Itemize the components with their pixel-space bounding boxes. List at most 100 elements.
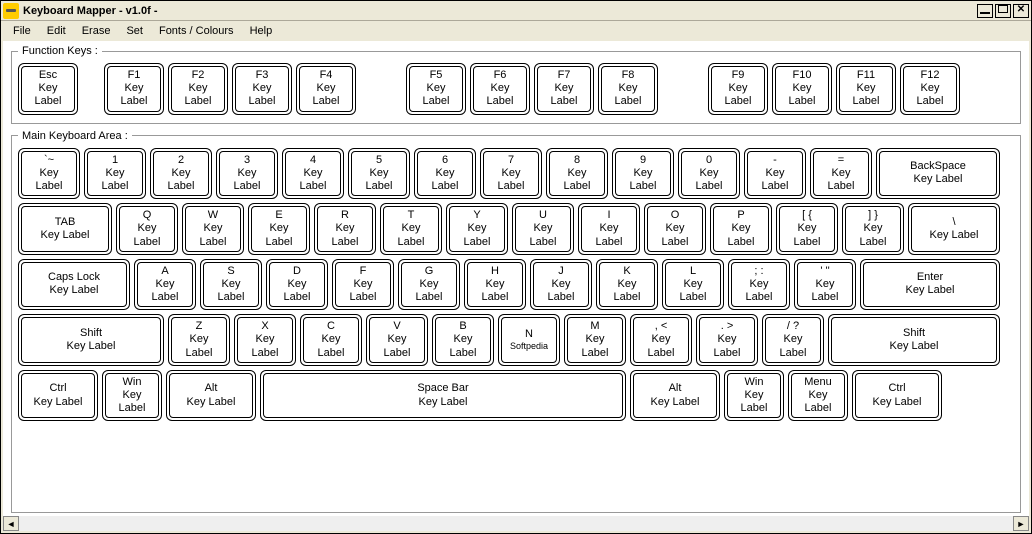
key-r4-1[interactable]: XKeyLabel	[234, 314, 296, 366]
key-r1-9[interactable]: 9KeyLabel	[612, 148, 674, 200]
key-label-line2: Label	[266, 236, 293, 249]
key-r2-7[interactable]: IKeyLabel	[578, 203, 640, 255]
key-f11[interactable]: F11KeyLabel	[836, 63, 896, 115]
key-label-line1: Key	[189, 82, 208, 95]
key-r1-1[interactable]: 1KeyLabel	[84, 148, 146, 200]
menu-help[interactable]: Help	[244, 24, 279, 38]
key-r2-4[interactable]: TKeyLabel	[380, 203, 442, 255]
menu-set[interactable]: Set	[120, 24, 149, 38]
key-cap: Esc	[39, 69, 57, 82]
key-cap: 6	[442, 154, 448, 167]
key-r3-0[interactable]: AKeyLabel	[134, 259, 196, 311]
key-label-line2: Label	[186, 347, 213, 360]
key-f4[interactable]: F4KeyLabel	[296, 63, 356, 115]
key-r2-8[interactable]: OKeyLabel	[644, 203, 706, 255]
key-r4-0[interactable]: ZKeyLabel	[168, 314, 230, 366]
key-r1-2[interactable]: 2KeyLabel	[150, 148, 212, 200]
key-r2-3[interactable]: RKeyLabel	[314, 203, 376, 255]
key-f9[interactable]: F9KeyLabel	[708, 63, 768, 115]
key-r4-2[interactable]: CKeyLabel	[300, 314, 362, 366]
key-rwin[interactable]: WinKeyLabel	[724, 370, 784, 422]
menu-fonts-colours[interactable]: Fonts / Colours	[153, 24, 240, 38]
key-r3-7[interactable]: KKeyLabel	[596, 259, 658, 311]
key-f2[interactable]: F2KeyLabel	[168, 63, 228, 115]
close-button[interactable]: ✕	[1013, 4, 1029, 18]
key-r1-4[interactable]: 4KeyLabel	[282, 148, 344, 200]
key-esc[interactable]: EscKeyLabel	[18, 63, 78, 115]
key-cap: G	[425, 265, 434, 278]
key-r4-3[interactable]: VKeyLabel	[366, 314, 428, 366]
key-cap: [ {	[802, 209, 812, 222]
key-r3-4[interactable]: GKeyLabel	[398, 259, 460, 311]
key-r1-7[interactable]: 7KeyLabel	[480, 148, 542, 200]
key-label-line2: Label	[741, 402, 768, 415]
key-r4-4[interactable]: BKeyLabel	[432, 314, 494, 366]
key-lwin[interactable]: WinKeyLabel	[102, 370, 162, 422]
scroll-right-button[interactable]: ►	[1013, 516, 1029, 531]
minimize-button[interactable]	[977, 4, 993, 18]
key-label-line1: Key	[666, 222, 685, 235]
key-r4-7[interactable]: , <KeyLabel	[630, 314, 692, 366]
key-cap: Z	[196, 320, 203, 333]
key-r2-0[interactable]: QKeyLabel	[116, 203, 178, 255]
key-tab[interactable]: TABKey Label	[18, 203, 112, 255]
maximize-button[interactable]	[995, 4, 1011, 18]
scroll-left-button[interactable]: ◄	[3, 516, 19, 531]
key-r4-6[interactable]: MKeyLabel	[564, 314, 626, 366]
key-f10[interactable]: F10KeyLabel	[772, 63, 832, 115]
horizontal-scrollbar[interactable]: ◄ ►	[3, 515, 1029, 531]
key-backslash[interactable]: \Key Label	[908, 203, 1000, 255]
key-r2-10[interactable]: [ {KeyLabel	[776, 203, 838, 255]
key-rctrl[interactable]: CtrlKey Label	[852, 370, 942, 422]
key-f12[interactable]: F12KeyLabel	[900, 63, 960, 115]
key-r4-5[interactable]: NSoftpedia	[498, 314, 560, 366]
key-label-line2: Label	[680, 291, 707, 304]
key-r2-11[interactable]: ] }KeyLabel	[842, 203, 904, 255]
key-f7[interactable]: F7KeyLabel	[534, 63, 594, 115]
key-r2-1[interactable]: WKeyLabel	[182, 203, 244, 255]
key-enter[interactable]: EnterKey Label	[860, 259, 1000, 311]
key-rshift[interactable]: ShiftKey Label	[828, 314, 1000, 366]
key-r3-9[interactable]: ; :KeyLabel	[728, 259, 790, 311]
key-r2-9[interactable]: PKeyLabel	[710, 203, 772, 255]
key-f3[interactable]: F3KeyLabel	[232, 63, 292, 115]
key-r3-2[interactable]: DKeyLabel	[266, 259, 328, 311]
menu-erase[interactable]: Erase	[76, 24, 117, 38]
key-r4-9[interactable]: / ?KeyLabel	[762, 314, 824, 366]
key-r2-5[interactable]: YKeyLabel	[446, 203, 508, 255]
key-label-line1: Key	[190, 333, 209, 346]
key-menu[interactable]: MenuKeyLabel	[788, 370, 848, 422]
key-r1-12[interactable]: =KeyLabel	[810, 148, 872, 200]
key-r2-6[interactable]: UKeyLabel	[512, 203, 574, 255]
key-r1-3[interactable]: 3KeyLabel	[216, 148, 278, 200]
key-f8[interactable]: F8KeyLabel	[598, 63, 658, 115]
key-label: Key Label	[67, 340, 116, 353]
key-lctrl[interactable]: CtrlKey Label	[18, 370, 98, 422]
key-f1[interactable]: F1KeyLabel	[104, 63, 164, 115]
key-r1-0[interactable]: `~KeyLabel	[18, 148, 80, 200]
menu-file[interactable]: File	[7, 24, 37, 38]
key-r1-6[interactable]: 6KeyLabel	[414, 148, 476, 200]
key-ralt[interactable]: AltKey Label	[630, 370, 720, 422]
key-capslock[interactable]: Caps LockKey Label	[18, 259, 130, 311]
key-r3-6[interactable]: JKeyLabel	[530, 259, 592, 311]
key-backspace[interactable]: BackSpaceKey Label	[876, 148, 1000, 200]
key-r1-8[interactable]: 8KeyLabel	[546, 148, 608, 200]
scroll-track[interactable]	[19, 516, 1013, 531]
key-r3-1[interactable]: SKeyLabel	[200, 259, 262, 311]
key-r3-5[interactable]: HKeyLabel	[464, 259, 526, 311]
key-lshift[interactable]: ShiftKey Label	[18, 314, 164, 366]
key-r2-2[interactable]: EKeyLabel	[248, 203, 310, 255]
key-spacebar[interactable]: Space BarKey Label	[260, 370, 626, 422]
key-r3-3[interactable]: FKeyLabel	[332, 259, 394, 311]
key-r1-10[interactable]: 0KeyLabel	[678, 148, 740, 200]
key-lalt[interactable]: AltKey Label	[166, 370, 256, 422]
key-f5[interactable]: F5KeyLabel	[406, 63, 466, 115]
key-r4-8[interactable]: . >KeyLabel	[696, 314, 758, 366]
key-r3-10[interactable]: ' ''KeyLabel	[794, 259, 856, 311]
key-r1-5[interactable]: 5KeyLabel	[348, 148, 410, 200]
key-r1-11[interactable]: -KeyLabel	[744, 148, 806, 200]
menu-edit[interactable]: Edit	[41, 24, 72, 38]
key-f6[interactable]: F6KeyLabel	[470, 63, 530, 115]
key-r3-8[interactable]: LKeyLabel	[662, 259, 724, 311]
